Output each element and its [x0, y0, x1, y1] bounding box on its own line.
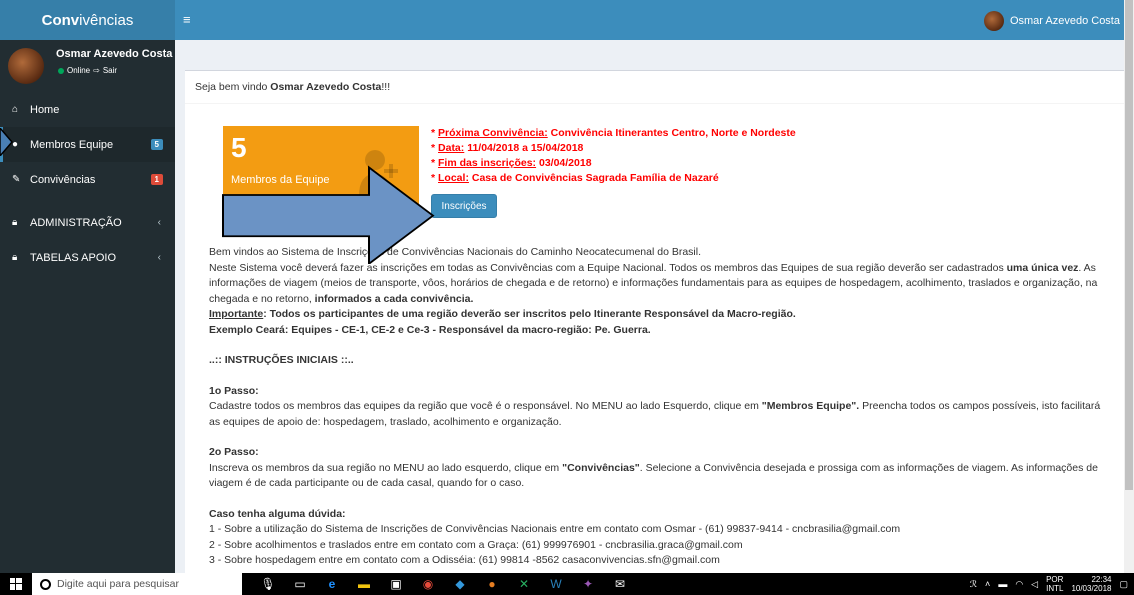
notifications-icon[interactable]: ▢	[1119, 579, 1128, 590]
logout-icon: ⇨	[93, 66, 100, 75]
logo-prefix: Conv	[41, 11, 80, 29]
welcome-box: Seja bem vindo Osmar Azevedo Costa!!! 5 …	[185, 70, 1124, 573]
lock-icon: 🔒︎	[12, 252, 18, 263]
sidebar-item-home[interactable]: ⌂ Home	[0, 92, 175, 127]
scrollbar[interactable]	[1124, 0, 1134, 573]
edge-browser-icon[interactable]: e	[324, 577, 340, 591]
top-navbar: ≡ Osmar Azevedo Costa	[175, 0, 1134, 40]
windows-taskbar: Digite aqui para pesquisar 🎙︎ ▭ e ▬ ▣ ◉ …	[0, 573, 1134, 595]
content-area: Seja bem vindo Osmar Azevedo Costa!!! 5 …	[175, 40, 1134, 573]
sidebar-toggle-icon[interactable]: ≡	[183, 12, 191, 27]
edit-icon: ✎	[12, 174, 21, 185]
home-icon: ⌂	[12, 104, 19, 115]
cortana-icon	[40, 578, 51, 590]
sidebar-item-membros-equipe[interactable]: ● Membros Equipe 5	[0, 127, 175, 162]
sidebar-item-label: TABELAS APOIO	[30, 251, 116, 264]
file-explorer-icon[interactable]: ▬	[356, 577, 372, 591]
stat-number: 5	[231, 132, 247, 163]
pointer-arrow-icon	[0, 128, 13, 156]
search-placeholder: Digite aqui para pesquisar	[57, 578, 179, 590]
volume-icon[interactable]: ◁	[1031, 579, 1038, 590]
inscricoes-button[interactable]: Inscrições	[431, 194, 497, 218]
chevron-left-icon: ‹	[157, 217, 161, 228]
clock[interactable]: 22:34 10/03/2018	[1071, 575, 1111, 593]
welcome-name: Osmar Azevedo Costa	[270, 81, 382, 93]
annotation-arrow-icon	[222, 165, 435, 264]
sidebar-item-label: Home	[30, 103, 60, 116]
avatar	[983, 11, 1004, 31]
info-deadline: * Fim das inscrições: 03/04/2018	[431, 157, 592, 169]
sidebar-item-convivencias[interactable]: ✎ Convivências 1	[0, 162, 175, 197]
logo-suffix: ivências	[79, 11, 134, 29]
instructions-text: Bem vindos ao Sistema de Inscrições de C…	[209, 246, 1101, 566]
scrollbar-thumb[interactable]	[1125, 0, 1133, 490]
sidebar-item-tabelas-apoio[interactable]: 🔒︎ TABELAS APOIO ‹	[0, 240, 175, 275]
chevron-left-icon: ‹	[157, 252, 161, 263]
windows-start-icon[interactable]	[0, 578, 32, 590]
wifi-icon[interactable]: ◠	[1015, 579, 1023, 590]
user-icon: ●	[12, 139, 19, 150]
next-event-info: * Próxima Convivência: Convivência Itine…	[431, 126, 796, 186]
sidebar-item-label: Membros Equipe	[30, 138, 114, 151]
info-location: * Local: Casa de Convivências Sagrada Fa…	[431, 172, 719, 184]
word-icon[interactable]: W	[548, 577, 564, 591]
lock-icon: 🔒︎	[12, 217, 18, 228]
language-indicator[interactable]: POR INTL	[1046, 575, 1063, 593]
avatar	[8, 48, 44, 84]
task-view-icon[interactable]: ▭	[292, 577, 308, 591]
sidebar: Conv ivências Osmar Azevedo Costa Online …	[0, 0, 175, 573]
taskbar-search-input[interactable]: Digite aqui para pesquisar	[32, 573, 242, 595]
chevron-up-icon[interactable]: ˄	[985, 579, 990, 589]
battery-icon[interactable]: ▬	[998, 579, 1007, 589]
user-name: Osmar Azevedo Costa	[56, 48, 173, 60]
topbar-user-menu[interactable]: Osmar Azevedo Costa	[983, 11, 1120, 31]
microphone-icon[interactable]: 🎙︎	[260, 577, 276, 591]
sidebar-item-label: ADMINISTRAÇÃO	[30, 216, 122, 229]
store-icon[interactable]: ▣	[388, 577, 404, 591]
welcome-prefix: Seja bem vindo	[195, 81, 271, 93]
count-badge: 1	[150, 174, 163, 185]
sidebar-item-label: Convivências	[30, 173, 96, 186]
paint-icon[interactable]: ✦	[580, 577, 596, 591]
count-badge: 5	[150, 139, 163, 150]
online-label: Online	[67, 66, 91, 75]
user-panel: Osmar Azevedo Costa Online ⇨ Sair	[0, 40, 175, 92]
user-status: Online ⇨ Sair	[58, 66, 117, 75]
shield-app-icon[interactable]: ◆	[452, 577, 468, 591]
people-icon[interactable]: ℛ	[970, 579, 977, 590]
system-tray: ℛ ˄ ▬ ◠ ◁ POR INTL 22:34 10/03/2018 ▢	[970, 573, 1128, 595]
topbar-user-name: Osmar Azevedo Costa	[1009, 15, 1120, 27]
app-logo[interactable]: Conv ivências	[0, 0, 175, 40]
welcome-suffix: !!!	[381, 81, 391, 93]
sidebar-item-administracao[interactable]: 🔒︎ ADMINISTRAÇÃO ‹	[0, 205, 175, 240]
mail-icon[interactable]: ✉	[612, 577, 628, 591]
logout-link[interactable]: Sair	[103, 66, 117, 75]
online-dot-icon	[58, 67, 64, 74]
box-header: Seja bem vindo Osmar Azevedo Costa!!!	[185, 71, 1124, 104]
info-next-convivencia: * Próxima Convivência: Convivência Itine…	[431, 127, 796, 139]
chrome-icon[interactable]: ◉	[420, 577, 436, 591]
info-date: * Data: 11/04/2018 a 15/04/2018	[431, 142, 584, 154]
excel-icon[interactable]: ✕	[516, 577, 532, 591]
firefox-icon[interactable]: ●	[484, 577, 500, 591]
